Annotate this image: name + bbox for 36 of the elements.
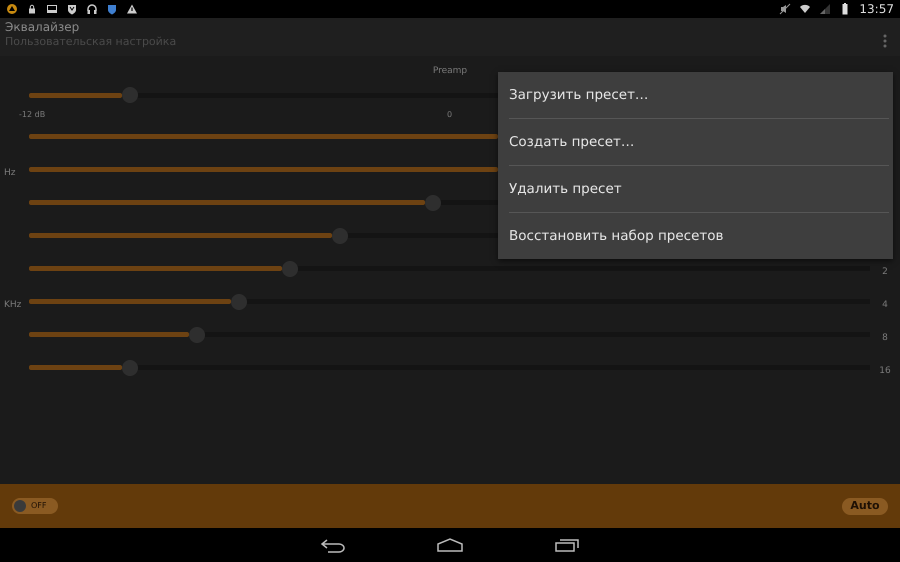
menu-item[interactable]: Создать пресет… bbox=[498, 119, 893, 165]
shield-icon bbox=[66, 3, 78, 15]
value-label: 2 bbox=[882, 266, 888, 276]
clock-time: 13:57 bbox=[859, 1, 894, 18]
warning-badge-icon bbox=[6, 3, 18, 15]
wifi-icon bbox=[799, 3, 812, 15]
min-label: -12 dB bbox=[19, 109, 46, 121]
signal-icon bbox=[819, 3, 832, 15]
preamp-label: Preamp bbox=[432, 66, 468, 76]
warning-icon bbox=[126, 3, 138, 15]
lock-icon bbox=[26, 3, 38, 15]
shield-icon bbox=[106, 3, 118, 15]
slider-thumb[interactable] bbox=[424, 194, 441, 210]
app-title: Эквалайзер bbox=[5, 20, 80, 35]
slider-thumb[interactable] bbox=[282, 260, 298, 276]
unit-label: KHz bbox=[4, 300, 22, 310]
zero-label: 0 bbox=[447, 109, 452, 121]
slider-thumb[interactable] bbox=[332, 228, 348, 244]
menu-item[interactable]: Загрузить пресет… bbox=[498, 72, 893, 118]
headphones-icon bbox=[86, 3, 98, 15]
muted-speaker-icon bbox=[779, 3, 792, 15]
value-label: 4 bbox=[882, 300, 888, 310]
home-icon[interactable] bbox=[436, 538, 464, 552]
slider-thumb[interactable] bbox=[122, 360, 138, 376]
slider-thumb[interactable] bbox=[189, 326, 206, 342]
unit-label: Hz bbox=[4, 168, 16, 178]
image-icon bbox=[46, 3, 58, 15]
value-label: 16 bbox=[879, 366, 891, 376]
recent-apps-icon[interactable] bbox=[554, 537, 580, 553]
value-label: 8 bbox=[882, 332, 888, 342]
slider-thumb[interactable] bbox=[122, 87, 138, 103]
overflow-menu-icon[interactable] bbox=[883, 34, 887, 48]
menu-item[interactable]: Восстановить набор пресетов bbox=[498, 213, 893, 259]
menu-item[interactable]: Удалить пресет bbox=[498, 166, 893, 212]
slider-thumb[interactable] bbox=[231, 294, 248, 310]
back-icon[interactable] bbox=[320, 537, 346, 553]
